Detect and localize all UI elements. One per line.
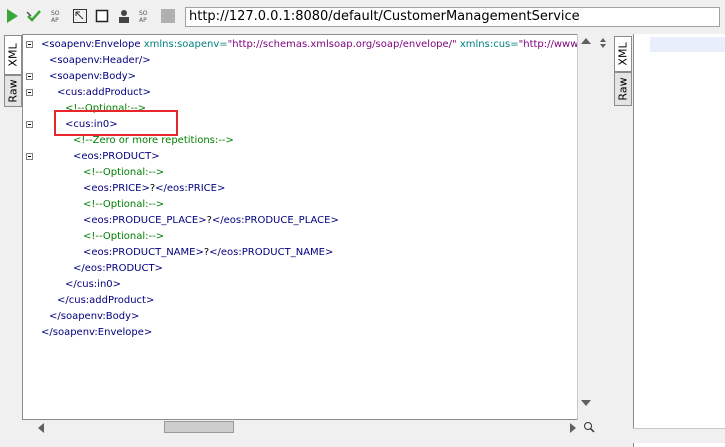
collapse-up-icon[interactable] (600, 38, 606, 42)
fold-toggle-icon[interactable] (26, 73, 33, 80)
user-icon[interactable] (116, 8, 132, 24)
scroll-thumb[interactable] (164, 421, 234, 433)
fold-toggle-icon[interactable] (26, 41, 33, 48)
tab-raw[interactable]: Raw (4, 75, 22, 107)
fullscreen-icon[interactable] (72, 8, 88, 24)
wsa-icon[interactable]: SOAP (138, 8, 154, 24)
xml-comment: <!--Optional:--> (83, 231, 165, 242)
xml-line: <eos:PRODUCT> (73, 151, 160, 162)
xml-line: </cus:in0> (65, 279, 122, 290)
stop-icon[interactable] (160, 8, 176, 24)
xml-comment: <!--Zero or more repetitions:--> (73, 135, 234, 146)
xml-line: <soapenv:Body> (49, 71, 137, 82)
xml-response-editor[interactable] (633, 34, 725, 447)
svg-text:SO: SO (139, 10, 148, 17)
fold-toggle-icon[interactable] (26, 153, 33, 160)
xml-line: </cus:addProduct> (57, 295, 155, 306)
xml-line: <eos:PRODUCT_NAME>?</eos:PRODUCT_NAME> (83, 247, 334, 258)
fold-toggle-icon[interactable] (26, 121, 33, 128)
zoom-icon[interactable] (583, 421, 595, 433)
xml-request-editor[interactable]: <soapenv:Envelope xmlns:soapenv="http://… (22, 34, 598, 420)
format-icon[interactable]: SOAP (50, 8, 66, 24)
xml-line: <cus:addProduct> (57, 87, 151, 98)
scroll-right-icon[interactable] (570, 423, 576, 433)
svg-text:AP: AP (139, 17, 147, 24)
xml-comment: <!--Optional:--> (83, 167, 165, 178)
current-line-highlight (650, 37, 725, 52)
scroll-left-icon[interactable] (38, 423, 44, 433)
xml-line: <soapenv:Envelope xmlns:soapenv="http://… (41, 39, 597, 50)
endpoint-url-field[interactable]: http://127.0.0.1:8080/default/CustomerMa… (185, 7, 720, 27)
editor-horizontal-scrollbar[interactable] (34, 420, 579, 435)
tab-xml-label: XML (6, 43, 20, 67)
svg-text:SO: SO (51, 10, 60, 17)
collapse-down-icon[interactable] (600, 44, 606, 48)
fold-gutter (23, 35, 37, 419)
split-divider[interactable] (598, 34, 608, 447)
tab-raw-label: Raw (6, 79, 20, 103)
tab-raw[interactable]: Raw (614, 72, 632, 106)
xml-line: <soapenv:Header/> (49, 55, 151, 66)
highlight-box (54, 110, 178, 136)
validate-icon[interactable] (26, 8, 42, 24)
response-horizontal-scrollbar[interactable] (633, 428, 725, 443)
scroll-down-icon[interactable] (581, 400, 591, 406)
tab-xml-label: XML (616, 42, 630, 66)
square-icon[interactable] (94, 8, 110, 24)
tab-raw-label: Raw (616, 77, 630, 101)
xml-line: <eos:PRICE>?</eos:PRICE> (83, 183, 226, 194)
tab-xml[interactable]: XML (4, 35, 22, 75)
run-icon[interactable] (4, 8, 20, 24)
xml-comment: <!--Optional:--> (83, 199, 165, 210)
scroll-up-icon[interactable] (581, 38, 591, 44)
xml-line: </eos:PRODUCT> (73, 263, 163, 274)
fold-toggle-icon[interactable] (26, 89, 33, 96)
xml-line: </soapenv:Body> (49, 311, 140, 322)
svg-text:AP: AP (51, 17, 59, 24)
xml-line: </soapenv:Envelope> (41, 327, 153, 338)
toolbar: SO AP SO AP http://127.0.0.1:8080/default/… (0, 0, 725, 33)
editor-vertical-scrollbar[interactable] (577, 34, 598, 420)
tab-xml[interactable]: XML (614, 36, 632, 72)
xml-line: <eos:PRODUCE_PLACE>?</eos:PRODUCE_PLACE> (83, 215, 339, 226)
